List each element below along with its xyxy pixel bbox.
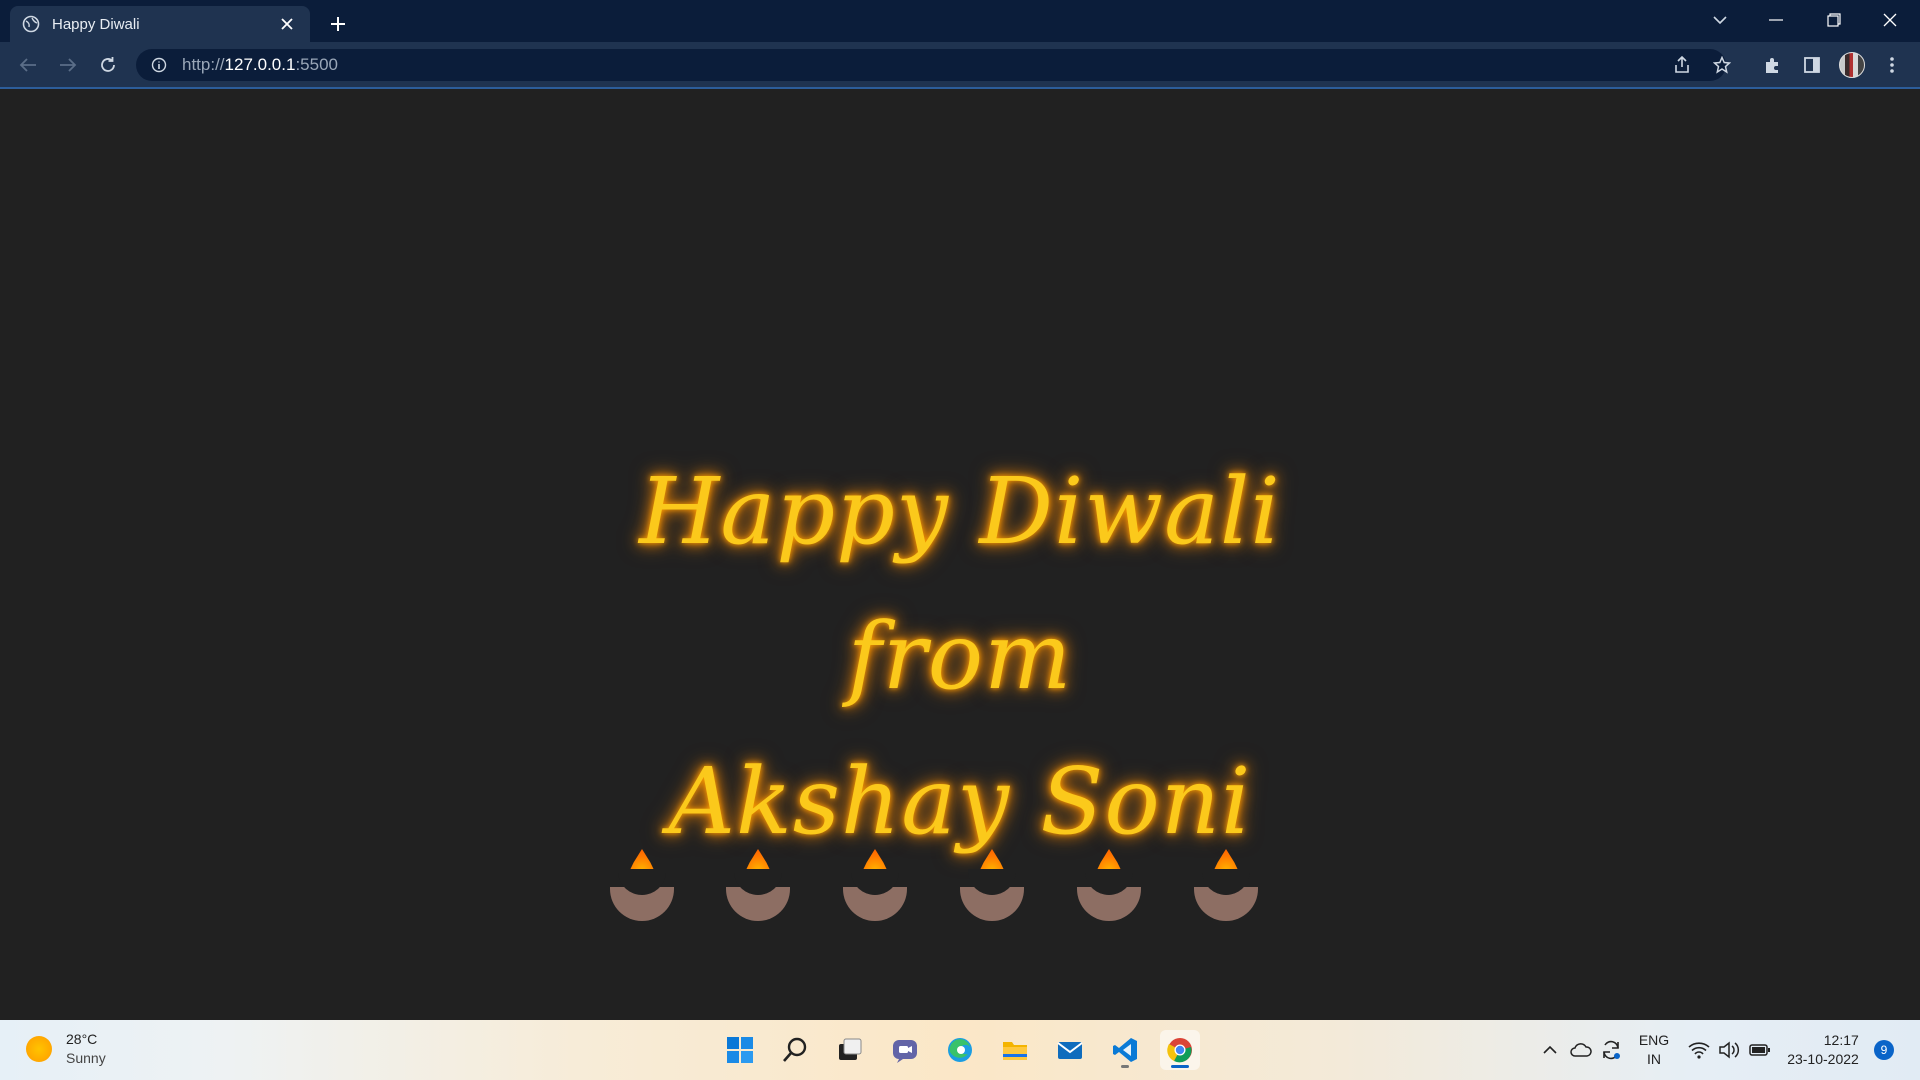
- address-bar[interactable]: http://127.0.0.1:5500: [136, 49, 1726, 81]
- teams-chat-icon[interactable]: [885, 1030, 925, 1070]
- task-view-icon[interactable]: [830, 1030, 870, 1070]
- diya-bowl: [1194, 869, 1258, 921]
- onedrive-cloud-icon[interactable]: [1568, 1020, 1594, 1080]
- tab-search-chevron-icon[interactable]: [1700, 4, 1740, 36]
- reload-icon[interactable]: [94, 51, 122, 79]
- browser-toolbar: http://127.0.0.1:5500: [0, 42, 1920, 88]
- sun-icon: [26, 1036, 52, 1062]
- mail-icon[interactable]: [1050, 1030, 1090, 1070]
- edge-browser-icon[interactable]: [940, 1030, 980, 1070]
- notification-badge: 9: [1874, 1040, 1894, 1060]
- diya-bowl: [960, 869, 1024, 921]
- chrome-icon[interactable]: [1160, 1030, 1200, 1070]
- notification-center[interactable]: 9: [1872, 1020, 1896, 1080]
- share-icon[interactable]: [1666, 49, 1698, 81]
- clock-time: 12:17: [1823, 1032, 1859, 1048]
- volume-icon[interactable]: [1716, 1020, 1742, 1080]
- profile-avatar[interactable]: [1836, 49, 1868, 81]
- close-window-button[interactable]: [1870, 4, 1910, 36]
- bookmark-star-icon[interactable]: [1706, 49, 1738, 81]
- greeting-line-1: Happy Diwali from: [639, 458, 1281, 710]
- page-viewport: Happy Diwali from Akshay Soni: [0, 89, 1920, 1020]
- vscode-icon[interactable]: [1105, 1030, 1145, 1070]
- weather-condition: Sunny: [66, 1050, 106, 1066]
- side-panel-icon[interactable]: [1796, 49, 1828, 81]
- back-arrow-icon[interactable]: [14, 51, 42, 79]
- battery-icon[interactable]: [1746, 1020, 1774, 1080]
- new-tab-button[interactable]: [324, 10, 352, 38]
- diya-lamp-icon: [843, 849, 907, 921]
- url-text: http://127.0.0.1:5500: [182, 55, 338, 74]
- app-open-indicator: [1121, 1065, 1129, 1068]
- diya-bowl: [726, 869, 790, 921]
- extensions-puzzle-icon[interactable]: [1756, 49, 1788, 81]
- kebab-menu-icon[interactable]: [1876, 49, 1908, 81]
- windows-taskbar: 28°C Sunny ENG IN 12:17 23-10-2022 9: [0, 1020, 1920, 1080]
- chevron-up-icon[interactable]: [1538, 1020, 1562, 1080]
- language-indicator[interactable]: ENG IN: [1632, 1020, 1676, 1080]
- browser-tab[interactable]: Happy Diwali: [10, 6, 310, 42]
- diya-lamp-icon: [610, 849, 674, 921]
- diya-lamp-icon: [960, 849, 1024, 921]
- search-icon[interactable]: [775, 1030, 815, 1070]
- tab-title: Happy Diwali: [52, 15, 140, 33]
- globe-icon: [22, 15, 40, 33]
- region-code: IN: [1647, 1051, 1661, 1067]
- diya-lamp-icon: [1194, 849, 1258, 921]
- minimize-button[interactable]: [1756, 4, 1796, 36]
- start-button[interactable]: [720, 1030, 760, 1070]
- app-active-indicator: [1171, 1065, 1189, 1068]
- diya-lamp-icon: [726, 849, 790, 921]
- diya-row: [0, 849, 1920, 929]
- diya-lamp-icon: [1077, 849, 1141, 921]
- close-tab-icon[interactable]: [276, 13, 298, 35]
- sync-icon[interactable]: [1598, 1020, 1624, 1080]
- diya-bowl: [843, 869, 907, 921]
- wifi-icon[interactable]: [1686, 1020, 1712, 1080]
- clock-date: 23-10-2022: [1787, 1051, 1859, 1067]
- site-info-icon[interactable]: [150, 56, 168, 74]
- forward-arrow-icon[interactable]: [54, 51, 82, 79]
- restore-button[interactable]: [1814, 4, 1854, 36]
- file-explorer-icon[interactable]: [995, 1030, 1035, 1070]
- diya-bowl: [1077, 869, 1141, 921]
- diya-bowl: [610, 869, 674, 921]
- language-code: ENG: [1638, 1032, 1670, 1048]
- clock[interactable]: 12:17 23-10-2022: [1780, 1020, 1866, 1080]
- weather-widget[interactable]: 28°C Sunny: [26, 1030, 106, 1068]
- browser-titlebar: Happy Diwali: [0, 0, 1920, 42]
- greeting-text: Happy Diwali from Akshay Soni: [560, 439, 1360, 874]
- weather-temperature: 28°C: [66, 1031, 98, 1047]
